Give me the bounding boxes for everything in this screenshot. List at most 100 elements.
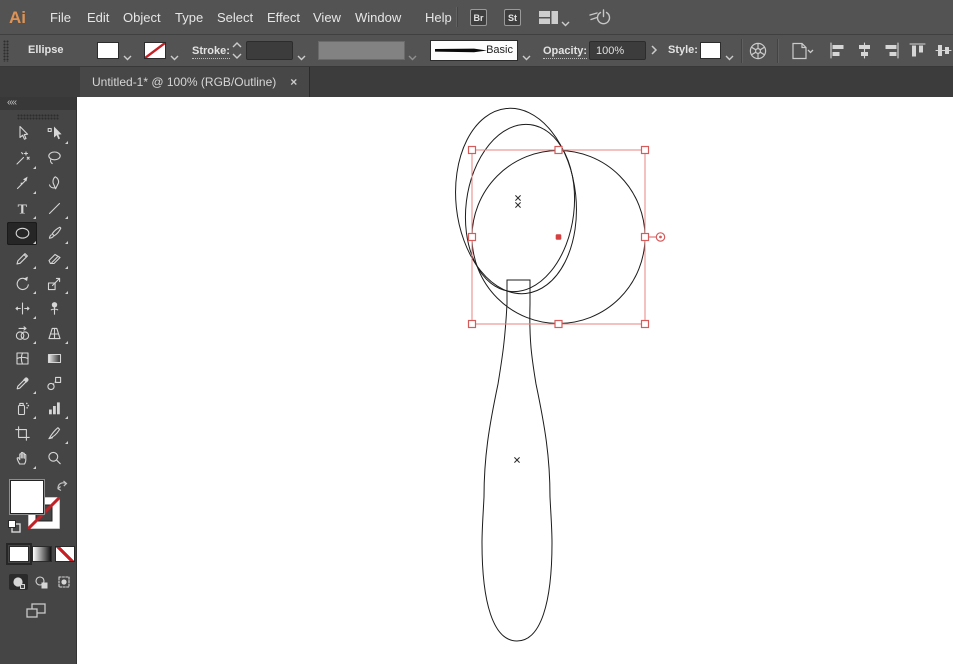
selection-handle[interactable]: [554, 145, 563, 155]
selection-handle[interactable]: [640, 319, 650, 329]
change-screen-mode-button[interactable]: [25, 602, 47, 620]
stroke-weight-chevron-icon[interactable]: [297, 48, 306, 66]
collapse-panel-button[interactable]: ««: [0, 97, 76, 110]
style-chevron-icon[interactable]: [725, 48, 734, 66]
eyedropper-tool[interactable]: [7, 372, 37, 395]
menu-object[interactable]: Object: [123, 0, 161, 35]
isolate-object-icon[interactable]: [790, 41, 816, 66]
panel-grip[interactable]: [3, 40, 9, 62]
stroke-weight-field[interactable]: [246, 41, 293, 60]
active-tool-label: Ellipse: [28, 44, 64, 56]
menu-view[interactable]: View: [313, 0, 341, 35]
column-graph-tool[interactable]: [39, 397, 69, 420]
rotate-tool[interactable]: [7, 272, 37, 295]
color-button[interactable]: [6, 543, 32, 565]
selection-handle[interactable]: [467, 319, 477, 329]
direct-selection-tool[interactable]: [39, 122, 69, 145]
menu-file[interactable]: File: [50, 0, 71, 35]
canvas-svg[interactable]: [77, 97, 953, 664]
menu-edit[interactable]: Edit: [87, 0, 109, 35]
stroke-weight-link[interactable]: Stroke:: [192, 44, 230, 59]
draw-normal-mode-icon: [13, 576, 25, 589]
center-point-marker: [515, 202, 521, 208]
default-fill-stroke-icon[interactable]: [7, 519, 22, 539]
opacity-field[interactable]: 100%: [589, 41, 646, 60]
style-swatch[interactable]: [700, 42, 721, 59]
menu-help[interactable]: Help: [425, 0, 452, 35]
curvature-tool[interactable]: [39, 172, 69, 195]
magic-wand-tool[interactable]: [7, 147, 37, 170]
selection-handle[interactable]: [640, 232, 650, 242]
paintbrush-tool[interactable]: [39, 222, 69, 245]
drawing-modes-row: [9, 574, 76, 590]
selection-tool[interactable]: [7, 122, 37, 145]
slice-tool[interactable]: [39, 422, 69, 445]
artboard-canvas[interactable]: [77, 97, 953, 664]
artboard-tool-icon: [14, 426, 30, 441]
selection-handle[interactable]: [467, 145, 477, 155]
menu-select[interactable]: Select: [217, 0, 253, 35]
brush-chevron-icon[interactable]: [522, 48, 531, 66]
stroke-weight-stepper[interactable]: [231, 40, 243, 66]
stock-button[interactable]: St: [504, 9, 521, 26]
symbol-sprayer-tool[interactable]: [7, 397, 37, 420]
line-segment-tool[interactable]: [39, 197, 69, 220]
perspective-grid-tool[interactable]: [39, 322, 69, 345]
type-tool[interactable]: T: [7, 197, 37, 220]
scale-tool[interactable]: [39, 272, 69, 295]
lasso-tool[interactable]: [39, 147, 69, 170]
brush-definition-dropdown[interactable]: Basic: [430, 40, 518, 61]
menu-effect[interactable]: Effect: [267, 0, 300, 35]
horizontal-align-center-button[interactable]: [856, 42, 875, 60]
horizontal-align-right-button[interactable]: [883, 42, 902, 60]
eraser-tool[interactable]: [39, 247, 69, 270]
center-point-marker: [514, 457, 520, 463]
hand-tool[interactable]: [7, 447, 37, 470]
selection-handle[interactable]: [640, 145, 650, 155]
none-button[interactable]: [55, 546, 75, 562]
gradient-button[interactable]: [32, 546, 52, 562]
fill-chevron-icon[interactable]: [123, 48, 132, 66]
tab-close-icon[interactable]: ×: [290, 75, 297, 89]
draw-inside-mode-button[interactable]: [55, 574, 74, 590]
document-tab[interactable]: Untitled-1* @ 100% (RGB/Outline) ×: [80, 67, 311, 97]
fill-color-swatch[interactable]: [97, 42, 119, 59]
puppet-warp-tool[interactable]: [39, 297, 69, 320]
ellipse-tool[interactable]: [7, 222, 37, 245]
selection-handle[interactable]: [554, 319, 563, 329]
draw-behind-mode-button[interactable]: [32, 574, 51, 590]
blend-tool[interactable]: [39, 372, 69, 395]
bridge-button[interactable]: Br: [470, 9, 487, 26]
gpu-performance-icon[interactable]: [588, 8, 612, 32]
draw-normal-mode-button[interactable]: [9, 574, 28, 590]
menu-window[interactable]: Window: [355, 0, 401, 35]
pen-tool[interactable]: [7, 172, 37, 195]
workspace-switcher-icon[interactable]: [538, 10, 559, 30]
vertical-align-top-button[interactable]: [909, 42, 928, 60]
width-tool[interactable]: [7, 297, 37, 320]
recolor-artwork-icon[interactable]: [748, 41, 768, 66]
menu-type[interactable]: Type: [175, 0, 203, 35]
artwork-ellipse-path[interactable]: [456, 118, 584, 298]
opacity-link[interactable]: Opacity:: [543, 44, 588, 59]
pencil-tool[interactable]: [7, 247, 37, 270]
artwork-ellipse-path[interactable]: [447, 102, 586, 300]
shape-builder-tool[interactable]: [7, 322, 37, 345]
horizontal-align-left-button[interactable]: [829, 42, 848, 60]
stroke-chevron-icon[interactable]: [170, 48, 179, 66]
zoom-tool[interactable]: [39, 447, 69, 470]
tools-panel-grip[interactable]: [17, 114, 59, 120]
vertical-align-center-button[interactable]: [935, 42, 953, 60]
mesh-tool[interactable]: [7, 347, 37, 370]
stroke-color-swatch[interactable]: [144, 42, 166, 59]
gradient-tool[interactable]: [39, 347, 69, 370]
magic-wand-tool-icon: [15, 151, 30, 165]
fill-swatch-indicator[interactable]: [10, 480, 44, 514]
artboard-tool[interactable]: [7, 422, 37, 445]
swap-fill-stroke-icon[interactable]: [55, 479, 69, 497]
illustrator-logo: Ai: [9, 8, 26, 27]
selection-handle[interactable]: [467, 232, 477, 242]
opacity-expand-button[interactable]: [650, 43, 658, 61]
selection-center-point[interactable]: [555, 234, 562, 240]
workspace-chevron-icon[interactable]: [561, 14, 570, 32]
